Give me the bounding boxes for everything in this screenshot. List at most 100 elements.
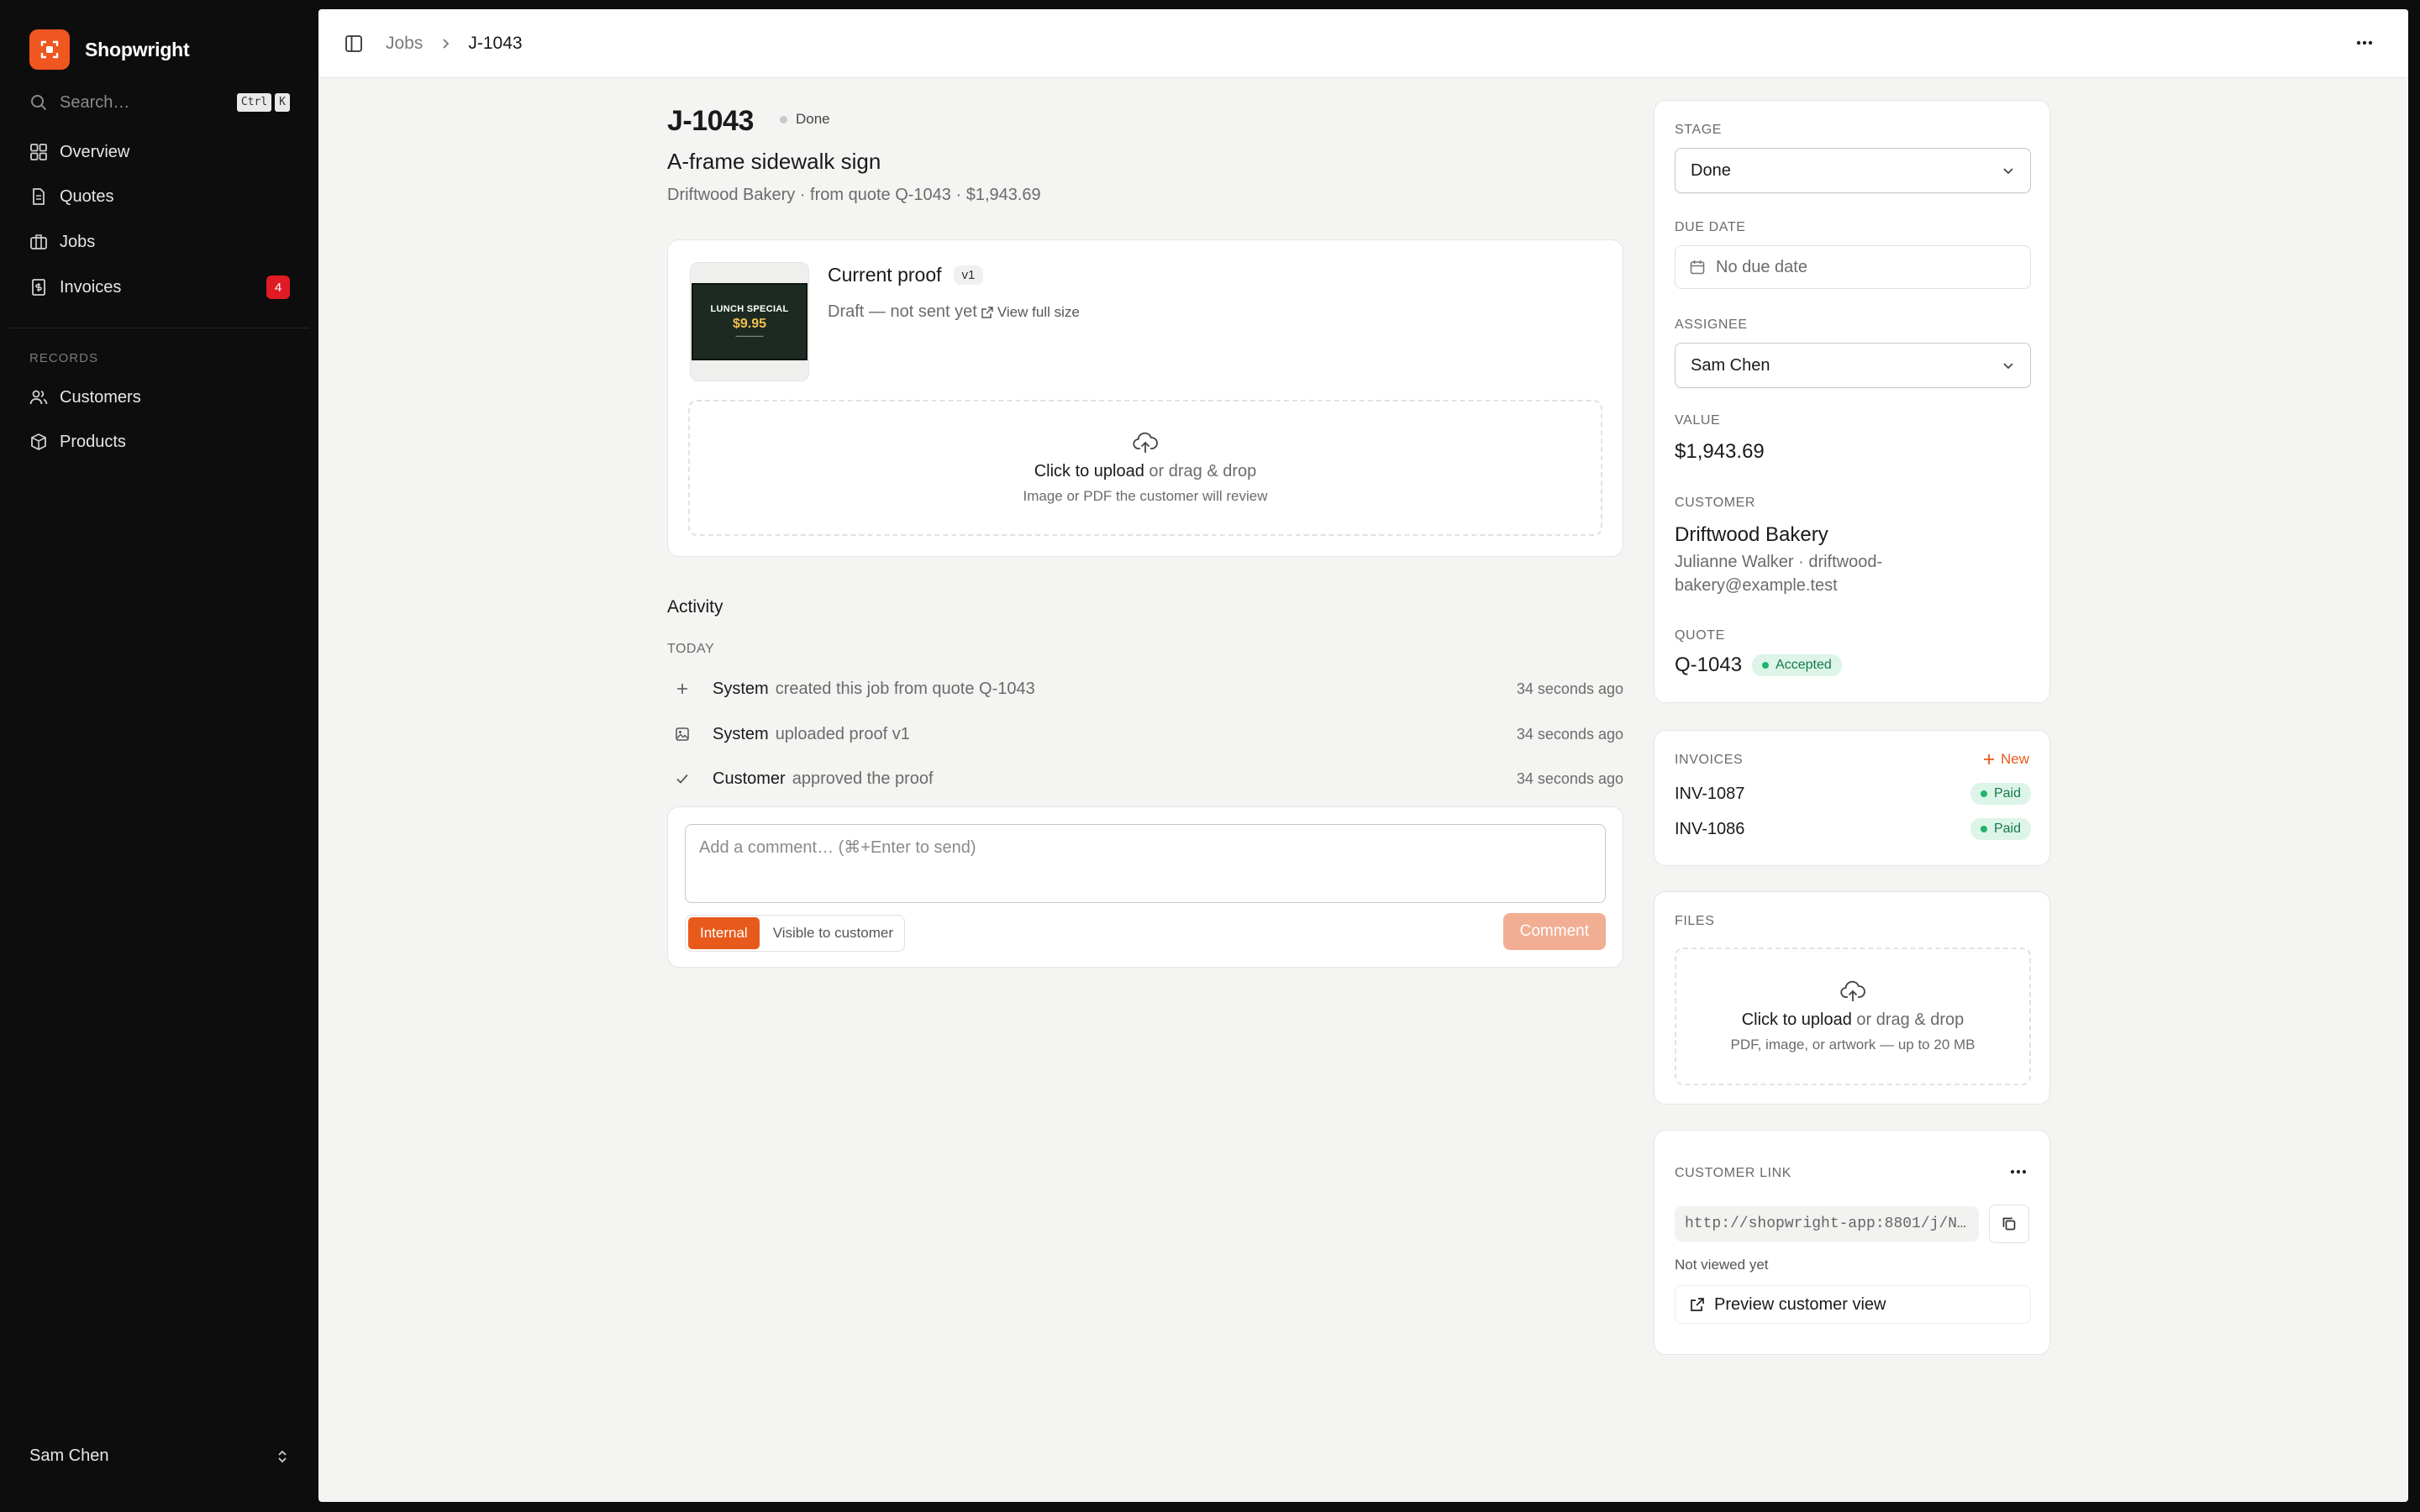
activity-text: uploaded proof v1 xyxy=(775,724,910,743)
copy-icon xyxy=(2001,1215,2018,1232)
proof-title-text: Current proof xyxy=(828,264,942,286)
status-badge: Done xyxy=(780,111,830,128)
activity-heading: Activity xyxy=(667,597,723,617)
new-invoice-button[interactable]: New xyxy=(1982,751,2029,768)
chevron-down-icon xyxy=(2002,359,2015,372)
proof-upload-dropzone[interactable]: Click to upload or drag & drop Image or … xyxy=(688,400,1602,536)
comment-button[interactable]: Comment xyxy=(1502,913,1606,950)
topbar: Jobs J-1043 xyxy=(318,9,2408,78)
proof-image-line2: $9.95 xyxy=(732,317,767,331)
search-icon xyxy=(29,93,48,112)
activity-time: 34 seconds ago xyxy=(1516,769,1623,787)
invoice-status-badge: Paid xyxy=(1970,783,2031,805)
grid-icon xyxy=(29,143,48,161)
activity-item: System uploaded proof v1 34 seconds ago xyxy=(667,719,1623,749)
status-text: Done xyxy=(796,111,830,127)
activity-text: created this job from quote Q-1043 xyxy=(775,679,1035,698)
files-upload-dropzone[interactable]: Click to upload or drag & drop PDF, imag… xyxy=(1675,948,2031,1085)
activity-time: 34 seconds ago xyxy=(1516,680,1623,697)
external-link-icon xyxy=(981,306,994,319)
quote-status-dot xyxy=(1762,662,1770,669)
proof-status: Draft — not sent yet View full size xyxy=(828,302,1080,322)
quote-status-badge: Accepted xyxy=(1752,654,1842,676)
user-menu[interactable]: Sam Chen xyxy=(29,1446,290,1466)
chevron-up-down-icon xyxy=(275,1448,290,1465)
search-shortcut: Ctrl K xyxy=(236,93,290,112)
customer-contact-line1: Julianne Walker · driftwood- xyxy=(1675,553,1883,571)
files-upload-rest: or drag & drop xyxy=(1851,1010,1965,1029)
image-icon xyxy=(675,727,690,742)
activity-item: Customer approved the proof 34 seconds a… xyxy=(667,764,1623,794)
user-name: Sam Chen xyxy=(29,1446,109,1465)
upload-cloud-icon xyxy=(1133,432,1158,455)
sidebar-item-label: Invoices xyxy=(60,277,122,297)
preview-customer-view-button[interactable]: Preview customer view xyxy=(1675,1285,2031,1324)
sidebar-item-label: Jobs xyxy=(60,232,96,251)
view-full-size-link[interactable]: View full size xyxy=(981,304,1080,321)
sidebar-item-label: Overview xyxy=(60,142,130,161)
quote-status-text: Accepted xyxy=(1776,658,1832,672)
invoice-id: INV-1087 xyxy=(1675,784,1745,803)
files-card: FILES Click to upload or drag & drop PDF… xyxy=(1654,891,2050,1105)
records-section-label: RECORDS xyxy=(29,351,99,365)
sidebar-item-products[interactable]: Products xyxy=(29,427,290,457)
more-options-icon[interactable] xyxy=(2007,1161,2029,1183)
proof-status-text: Draft — not sent yet xyxy=(828,302,977,321)
proof-card: LUNCH SPECIAL $9.95 ━━━━━━━━━━━ Current … xyxy=(667,239,1623,557)
assignee-select[interactable]: Sam Chen xyxy=(1675,343,2031,388)
job-details-card: STAGE Done DUE DATE No due date ASSIGNEE… xyxy=(1654,100,2050,703)
activity-group-label: TODAY xyxy=(667,642,715,656)
plus-icon xyxy=(1982,753,1996,766)
activity-text: approved the proof xyxy=(792,769,934,788)
comment-visibility-toggle: Internal Visible to customer xyxy=(685,915,906,952)
preview-customer-view-label: Preview customer view xyxy=(1714,1294,1886,1314)
sidebar: Shopwright Search… Ctrl K Overview Quote… xyxy=(0,0,318,1512)
proof-upload-hint: Image or PDF the customer will review xyxy=(1023,487,1268,504)
quote-row: Q-1043 Accepted xyxy=(1675,654,1842,677)
proof-thumbnail[interactable]: LUNCH SPECIAL $9.95 ━━━━━━━━━━━ xyxy=(690,262,809,381)
customer-link-url[interactable]: http://shopwright-app:8801/j/N… xyxy=(1675,1206,1979,1242)
search-input[interactable]: Search… Ctrl K xyxy=(29,89,290,116)
box-icon xyxy=(29,433,48,451)
brand-name: Shopwright xyxy=(85,38,190,60)
due-date-field[interactable]: No due date xyxy=(1675,245,2031,289)
proof-title: Current proof v1 xyxy=(828,264,984,286)
quote-label: QUOTE xyxy=(1675,628,1725,643)
internal-option[interactable]: Internal xyxy=(688,917,760,949)
invoices-count-badge: 4 xyxy=(266,276,290,299)
breadcrumb-jobs-link[interactable]: Jobs xyxy=(386,34,423,54)
plus-icon xyxy=(675,681,690,696)
kbd-k: K xyxy=(275,93,290,112)
breadcrumb: Jobs J-1043 xyxy=(344,9,523,78)
activity-item: System created this job from quote Q-104… xyxy=(667,674,1623,704)
sidebar-item-customers[interactable]: Customers xyxy=(29,382,290,412)
proof-upload-text: Click to upload or drag & drop xyxy=(1034,462,1257,481)
breadcrumb-current: J-1043 xyxy=(468,34,523,53)
more-options-icon[interactable] xyxy=(2353,31,2376,55)
document-icon xyxy=(29,187,48,206)
brand[interactable]: Shopwright xyxy=(29,29,190,70)
sidebar-toggle-icon[interactable] xyxy=(344,34,364,54)
copy-link-button[interactable] xyxy=(1989,1205,2029,1243)
files-upload-text: Click to upload or drag & drop xyxy=(1742,1011,1965,1030)
upload-cloud-icon xyxy=(1840,980,1865,1004)
sidebar-item-invoices[interactable]: Invoices 4 xyxy=(29,272,290,302)
sidebar-item-overview[interactable]: Overview xyxy=(29,137,290,167)
invoices-card: INVOICES New INV-1087 Paid INV-1086 Paid xyxy=(1654,730,2050,866)
assignee-value: Sam Chen xyxy=(1691,355,1770,375)
invoice-icon xyxy=(29,278,48,297)
quote-id-link[interactable]: Q-1043 xyxy=(1675,654,1742,677)
comment-input[interactable]: Add a comment… (⌘+Enter to send) xyxy=(685,824,1606,903)
main-content: Jobs J-1043 J-1043 Done A-frame sidewalk… xyxy=(318,9,2408,1502)
visible-to-customer-option[interactable]: Visible to customer xyxy=(765,917,902,949)
invoice-row[interactable]: INV-1087 Paid xyxy=(1675,783,2031,805)
stage-select[interactable]: Done xyxy=(1675,148,2031,193)
proof-version-badge: v1 xyxy=(953,265,984,285)
customer-link-label: CUSTOMER LINK xyxy=(1675,1166,1792,1180)
sidebar-item-jobs[interactable]: Jobs xyxy=(29,227,290,257)
link-viewed-status: Not viewed yet xyxy=(1675,1257,1769,1273)
customer-name[interactable]: Driftwood Bakery xyxy=(1675,523,1828,547)
sidebar-item-quotes[interactable]: Quotes xyxy=(29,181,290,212)
page-title: J-1043 xyxy=(667,105,754,137)
invoice-row[interactable]: INV-1086 Paid xyxy=(1675,818,2031,840)
